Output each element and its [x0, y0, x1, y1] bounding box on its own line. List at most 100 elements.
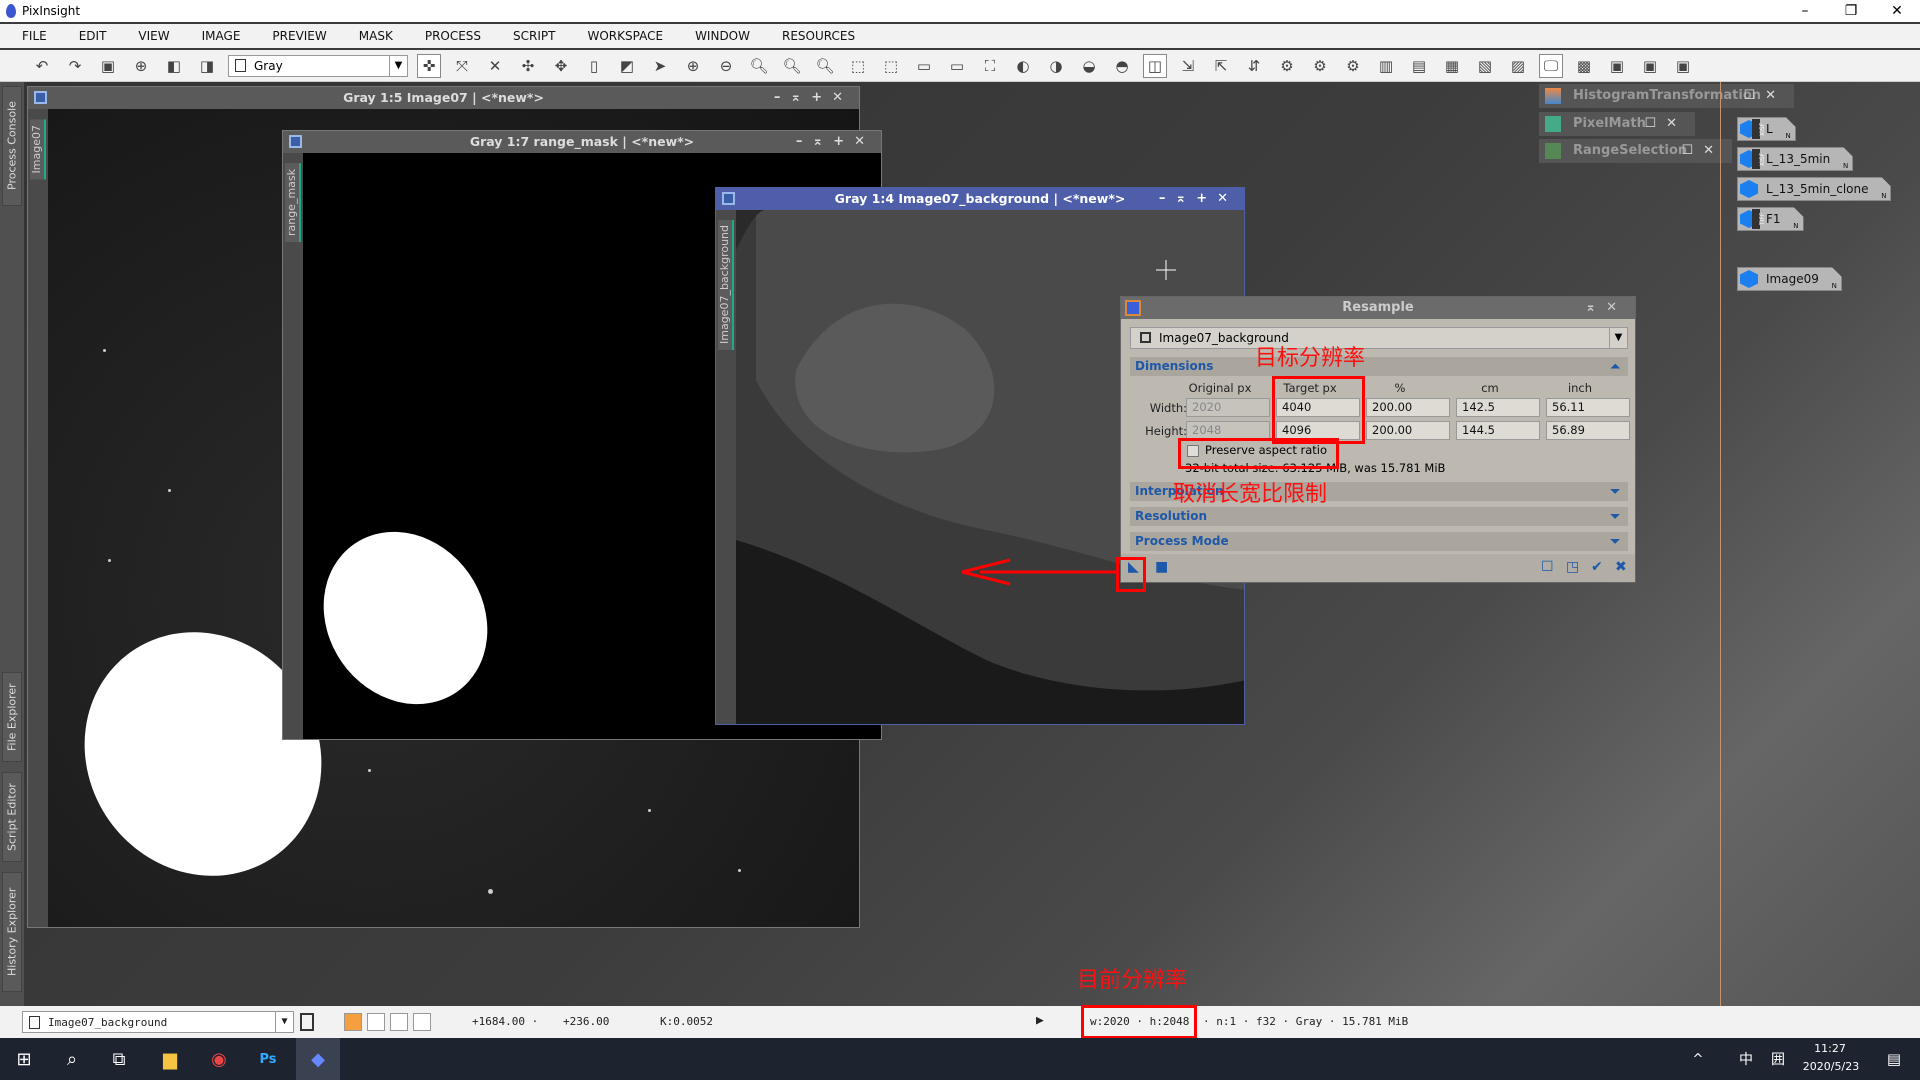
window-controls[interactable]: –⌅+✕ — [1159, 188, 1238, 210]
window-icon[interactable]: ▭ — [912, 54, 936, 78]
menu-workspace[interactable]: WORKSPACE — [588, 29, 664, 43]
process-icon-pixelmath[interactable]: PixelMath ☐✕ — [1539, 112, 1695, 136]
image-icon-l-13-5min[interactable]: XISF L_13_5min N — [1737, 147, 1853, 171]
preview-edit-icon[interactable]: ◩ — [615, 54, 639, 78]
image-icon-l-13-5min-clone[interactable]: L_13_5min_clone N — [1737, 177, 1891, 201]
preview-icon[interactable]: ▯ — [582, 54, 606, 78]
screen4-icon[interactable]: ▣ — [1671, 54, 1695, 78]
monitor-icon[interactable]: 🖵 — [1539, 53, 1563, 78]
menu-resources[interactable]: RESOURCES — [782, 29, 855, 43]
channel-icon[interactable]: ◧ — [162, 54, 186, 78]
window-title-bar[interactable]: Gray 1:5 Image07 | <*new*> –⌅+✕ — [28, 87, 859, 109]
width-inch-field[interactable]: 56.11 — [1546, 398, 1630, 417]
process-icon[interactable]: ⚙ — [1275, 54, 1299, 78]
panel-icon[interactable]: ▥ — [1374, 54, 1398, 78]
image-icon-f1[interactable]: TIFFF1N — [1737, 207, 1804, 231]
menu-script[interactable]: SCRIPT — [513, 29, 555, 43]
menu-preview[interactable]: PREVIEW — [272, 29, 326, 43]
tab-script-editor[interactable]: Script Editor — [2, 772, 22, 862]
stf-icon[interactable]: ◫ — [1143, 53, 1167, 78]
channel2-icon[interactable]: ◨ — [195, 54, 219, 78]
menu-process[interactable]: PROCESS — [425, 29, 481, 43]
view-id-tab[interactable]: Image07_background — [718, 220, 734, 350]
image-icon-l[interactable]: XISFLN — [1737, 117, 1796, 141]
tab-history-explorer[interactable]: History Explorer — [2, 872, 22, 992]
channel-swatch[interactable] — [413, 1013, 431, 1031]
zoom-1-icon[interactable]: 🔍︎ — [747, 54, 771, 78]
window-title-bar[interactable]: Gray 1:7 range_mask | <*new*> –⌅+✕ — [283, 131, 881, 153]
pixinsight-taskbar-icon[interactable]: ◆ — [296, 1038, 340, 1080]
minimize-button[interactable]: – — [1782, 0, 1828, 22]
panel3-icon[interactable]: ▦ — [1440, 54, 1464, 78]
section-process-mode[interactable]: Process Mode ⏷ — [1130, 532, 1628, 551]
clock-time[interactable]: 11:27 — [1800, 1042, 1860, 1055]
window-controls[interactable]: –⌅+✕ — [796, 131, 875, 153]
restore-button[interactable]: ❐ — [1828, 0, 1874, 22]
window2-icon[interactable]: ▭ — [945, 54, 969, 78]
channel-swatch[interactable] — [367, 1013, 385, 1031]
browse-doc-icon[interactable]: ☐ — [1541, 560, 1554, 574]
process-icon-rangeselection[interactable]: RangeSelection ☐✕ — [1539, 139, 1732, 163]
stf4-icon[interactable]: ⇵ — [1242, 54, 1266, 78]
view-selector[interactable]: Image07_background ▼ — [22, 1011, 294, 1033]
height-percent-field[interactable]: 200.00 — [1366, 421, 1450, 440]
undo-icon[interactable]: ↶ — [30, 54, 54, 78]
zoom-in-icon[interactable]: ⊕ — [681, 54, 705, 78]
apply-global-icon[interactable]: ■ — [1155, 560, 1168, 574]
file-explorer-icon[interactable]: ▆ — [148, 1038, 192, 1080]
task-view-icon[interactable]: ⧉ — [97, 1038, 141, 1080]
width-cm-field[interactable]: 142.5 — [1456, 398, 1540, 417]
mask3-icon[interactable]: ◒ — [1077, 54, 1101, 78]
dialog-controls[interactable]: ⌅✕ — [1585, 297, 1627, 319]
process2-icon[interactable]: ⚙ — [1308, 54, 1332, 78]
zoom-fit-icon[interactable]: ⤧ — [450, 54, 474, 78]
screen2-icon[interactable]: ▣ — [1605, 54, 1629, 78]
select-icon[interactable]: ⬚ — [846, 54, 870, 78]
stf3-icon[interactable]: ⇱ — [1209, 54, 1233, 78]
close-button[interactable]: ✕ — [1874, 0, 1920, 22]
height-inch-field[interactable]: 56.89 — [1546, 421, 1630, 440]
menu-edit[interactable]: EDIT — [79, 29, 107, 43]
window-title-bar[interactable]: Gray 1:4 Image07_background | <*new*> –⌅+… — [716, 188, 1244, 210]
dialog-title-bar[interactable]: Resample ⌅✕ — [1121, 297, 1635, 319]
photoshop-icon[interactable]: Ps — [246, 1038, 290, 1080]
section-dimensions[interactable]: Dimensions ⏶ — [1130, 357, 1628, 376]
process-icon-histogram[interactable]: HistogramTransformation ☐✕ — [1539, 84, 1794, 108]
pan-icon[interactable]: ✥ — [549, 54, 573, 78]
search-icon[interactable]: ⌕ — [50, 1038, 94, 1080]
image-info-icon[interactable]: ▣ — [96, 54, 120, 78]
panel4-icon[interactable]: ▧ — [1473, 54, 1497, 78]
mask-icon[interactable]: ◐ — [1011, 54, 1035, 78]
play-icon[interactable]: ▶ — [1036, 1013, 1044, 1028]
mask4-icon[interactable]: ◓ — [1110, 54, 1134, 78]
channel-color-swatch[interactable] — [344, 1013, 362, 1031]
menu-file[interactable]: FILE — [22, 29, 47, 43]
shrink-icon[interactable]: ✕ — [483, 54, 507, 78]
notification-icon[interactable]: ▤ — [1872, 1038, 1916, 1080]
pointer-icon[interactable]: ➤ — [648, 54, 672, 78]
panel2-icon[interactable]: ▤ — [1407, 54, 1431, 78]
screen3-icon[interactable]: ▣ — [1638, 54, 1662, 78]
panel5-icon[interactable]: ▨ — [1506, 54, 1530, 78]
target-view-select[interactable]: Image07_background ▼ — [1130, 327, 1628, 349]
view-id-tab[interactable]: range_mask — [285, 163, 301, 243]
new-image-icon[interactable]: ⊕ — [129, 54, 153, 78]
zoom-3-icon[interactable]: 🔍︎ — [813, 54, 837, 78]
expand-icon[interactable]: ✣ — [516, 54, 540, 78]
stf2-icon[interactable]: ⇲ — [1176, 54, 1200, 78]
tab-file-explorer[interactable]: File Explorer — [2, 672, 22, 762]
channel-swatch[interactable] — [390, 1013, 408, 1031]
windows-start-icon[interactable]: ⊞ — [2, 1038, 46, 1080]
view-id-tab[interactable]: Image07 — [30, 119, 46, 180]
zoom-out-icon[interactable]: ⊖ — [714, 54, 738, 78]
menu-view[interactable]: VIEW — [138, 29, 169, 43]
view-toggle-icon[interactable] — [300, 1013, 314, 1031]
select2-icon[interactable]: ⬚ — [879, 54, 903, 78]
apply-icon[interactable]: ✔ — [1591, 560, 1603, 574]
redo-icon[interactable]: ↷ — [63, 54, 87, 78]
menu-mask[interactable]: MASK — [359, 29, 393, 43]
reset-icon[interactable]: ✖ — [1615, 560, 1627, 574]
tray-chevron-icon[interactable]: ^ — [1676, 1038, 1720, 1080]
chrome-icon[interactable]: ◉ — [197, 1038, 241, 1080]
readout-mode-icon[interactable]: ✜ — [417, 53, 441, 78]
